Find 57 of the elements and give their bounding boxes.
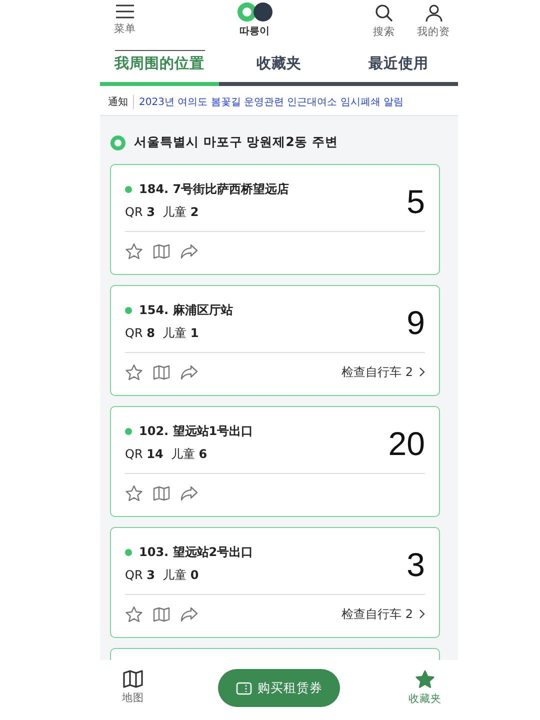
bike-count: 3 <box>406 548 425 585</box>
buy-pass-button[interactable]: 购买租赁券 <box>218 669 340 707</box>
status-dot <box>125 186 132 193</box>
notice-label: 通知 <box>108 95 134 109</box>
station-card[interactable]: 184. 7号街比萨西桥望远店 QR 3 儿童 2 5 <box>110 164 440 275</box>
star-icon[interactable] <box>125 242 143 260</box>
bike-counts: QR 3 儿童 0 <box>125 567 200 584</box>
station-name: 184. 7号街比萨西桥望远店 <box>139 181 290 198</box>
map-icon[interactable] <box>153 364 170 380</box>
profile-button[interactable]: 我的资 <box>411 0 456 40</box>
logo-text: 따릉이 <box>240 25 270 38</box>
location-label: 서울특별시 마포구 망원제2동 주변 <box>134 134 338 151</box>
status-dot <box>125 428 132 435</box>
tab[interactable]: 我周围的位置 <box>100 50 220 86</box>
share-icon[interactable] <box>180 486 198 500</box>
bike-counts: QR 8 儿童 1 <box>125 325 200 342</box>
nav-item[interactable]: 地图 <box>108 668 158 705</box>
location-icon <box>110 134 126 150</box>
share-icon[interactable] <box>180 244 198 258</box>
share-icon[interactable] <box>180 606 198 622</box>
station-name: 103. 望远站2号出口 <box>139 544 254 561</box>
menu-button[interactable]: 菜单 <box>108 0 142 37</box>
search-button[interactable]: 搜索 <box>367 0 401 40</box>
check-bikes-link[interactable]: 检查自行车 2 <box>342 606 425 622</box>
map-icon[interactable] <box>153 244 170 258</box>
star-icon[interactable] <box>125 484 143 502</box>
station-card[interactable]: 102. 望远站1号出口 QR 14 儿童 6 20 <box>110 406 440 517</box>
star-icon[interactable] <box>125 364 143 380</box>
station-card[interactable]: 154. 麻浦区厅站 QR 8 儿童 1 9 检查自行车 2 <box>110 285 440 396</box>
status-dot <box>125 549 132 556</box>
map-icon <box>123 670 143 688</box>
map-icon[interactable] <box>153 486 170 500</box>
station-card[interactable]: 103. 望远站2号出口 QR 3 儿童 0 3 检查自行车 2 <box>110 527 440 638</box>
bike-count: 5 <box>406 185 425 222</box>
bike-counts: QR 14 儿童 6 <box>125 446 208 463</box>
tab[interactable]: 最近使用 <box>338 50 458 86</box>
chevron-icon <box>419 367 425 377</box>
star-icon <box>415 670 435 689</box>
chevron-icon <box>419 609 425 619</box>
check-bikes-link[interactable]: 检查自行车 2 <box>342 364 425 380</box>
bike-count: 9 <box>406 306 425 343</box>
ticket-icon <box>236 682 252 694</box>
notice-link[interactable]: 2023년 여의도 봄꽃길 운영관련 인근대여소 임시폐쇄 알림 <box>139 95 404 109</box>
share-icon[interactable] <box>180 364 198 380</box>
bike-count: 20 <box>388 427 425 464</box>
bike-counts: QR 3 儿童 2 <box>125 204 200 221</box>
person-icon <box>424 4 442 22</box>
map-icon[interactable] <box>153 606 170 622</box>
station-name: 154. 麻浦区厅站 <box>139 302 233 319</box>
star-icon[interactable] <box>125 606 143 622</box>
tab[interactable]: 收藏夹 <box>219 50 339 86</box>
status-dot <box>125 307 132 314</box>
menu-icon <box>116 4 134 19</box>
nav-item[interactable]: 收藏夹 <box>400 668 450 706</box>
station-name: 102. 望远站1号出口 <box>139 423 254 440</box>
logo-icon <box>236 2 272 22</box>
search-icon <box>375 4 393 22</box>
